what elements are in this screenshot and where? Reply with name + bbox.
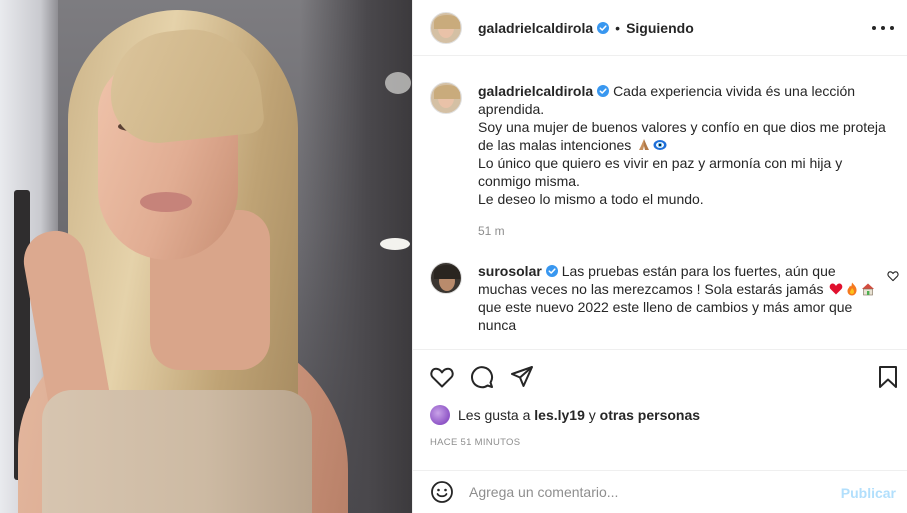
photo-lamp <box>380 238 410 250</box>
post-side-panel: galadrielcaldirola • Siguiendo galadriel… <box>412 0 907 513</box>
post-timestamp[interactable]: HACE 51 MINUTOS <box>430 437 520 448</box>
photo-light-spot <box>385 72 411 94</box>
author-avatar[interactable] <box>430 11 462 44</box>
likes-summary: Les gusta a les.ly19 y otras personas <box>430 405 700 425</box>
liker-username[interactable]: les.ly19 <box>534 407 585 423</box>
photo-top <box>42 390 312 513</box>
praying-hands-emoji-icon <box>639 139 650 150</box>
caption-line: de las malas intenciones <box>478 137 632 153</box>
verified-badge-icon <box>597 21 610 34</box>
commenter-avatar[interactable] <box>430 262 462 294</box>
caption-line: Soy una mujer de buenos valores y confío… <box>478 119 886 135</box>
house-emoji-icon <box>862 283 875 296</box>
caption-text: galadrielcaldirola Cada experiencia vivi… <box>478 82 898 208</box>
comment-line: nunca <box>478 317 517 333</box>
more-options-icon[interactable] <box>872 18 894 38</box>
comment-icon[interactable] <box>469 364 495 390</box>
author-username[interactable]: galadrielcaldirola <box>478 20 610 36</box>
comment-input[interactable] <box>469 484 809 500</box>
emoji-icon[interactable] <box>430 480 454 504</box>
heart-icon[interactable] <box>429 364 455 390</box>
comment-line: Las pruebas están para los fuertes, aún … <box>561 263 836 279</box>
share-icon[interactable] <box>509 364 535 390</box>
post-actions-bar <box>413 349 907 401</box>
header-separator: • <box>615 19 621 36</box>
post-header: galadrielcaldirola • Siguiendo <box>413 0 907 56</box>
comment-line: que este nuevo 2022 este lleno de cambio… <box>478 299 853 315</box>
caption-username[interactable]: galadrielcaldirola <box>478 83 593 99</box>
publish-button[interactable]: Publicar <box>841 485 896 501</box>
like-comment-heart-icon[interactable] <box>887 270 899 282</box>
likes-prefix: Les gusta a <box>458 407 531 423</box>
likes-joiner: y <box>588 407 596 423</box>
evil-eye-emoji-icon <box>653 140 667 150</box>
photo-lips <box>140 192 192 212</box>
others-link[interactable]: otras personas <box>600 407 700 423</box>
caption-author-avatar[interactable] <box>430 82 462 114</box>
verified-badge-icon <box>545 265 558 277</box>
liker-avatar[interactable] <box>430 405 450 425</box>
comment-line: muchas veces no las merezcamos ! Sola es… <box>478 281 824 297</box>
post-caption: galadrielcaldirola Cada experiencia vivi… <box>430 82 900 208</box>
verified-badge-icon <box>597 85 610 97</box>
caption-line: Lo único que quiero es vivir en paz y ar… <box>478 155 843 171</box>
caption-line-with-emoji: de las malas intenciones <box>478 136 898 154</box>
comment-line-with-emoji: muchas veces no las merezcamos ! Sola es… <box>478 280 878 298</box>
caption-line: aprendida. <box>478 101 545 117</box>
caption-line: conmigo misma. <box>478 173 580 189</box>
fire-emoji-icon <box>847 282 857 296</box>
add-comment-bar: Publicar <box>413 470 907 513</box>
post-photo[interactable] <box>0 0 412 513</box>
comment-text: surosolar Las pruebas están para los fue… <box>478 262 878 334</box>
bookmark-icon[interactable] <box>875 364 901 390</box>
caption-timestamp[interactable]: 51 m <box>478 224 505 238</box>
comment-item: surosolar Las pruebas están para los fue… <box>430 262 900 334</box>
commenter-username[interactable]: surosolar <box>478 263 542 279</box>
caption-line: Le deseo lo mismo a todo el mundo. <box>478 191 704 207</box>
following-button[interactable]: Siguiendo <box>626 20 694 36</box>
red-heart-emoji-icon <box>830 283 843 295</box>
caption-line: Cada experiencia vivida és una lección <box>613 83 856 99</box>
